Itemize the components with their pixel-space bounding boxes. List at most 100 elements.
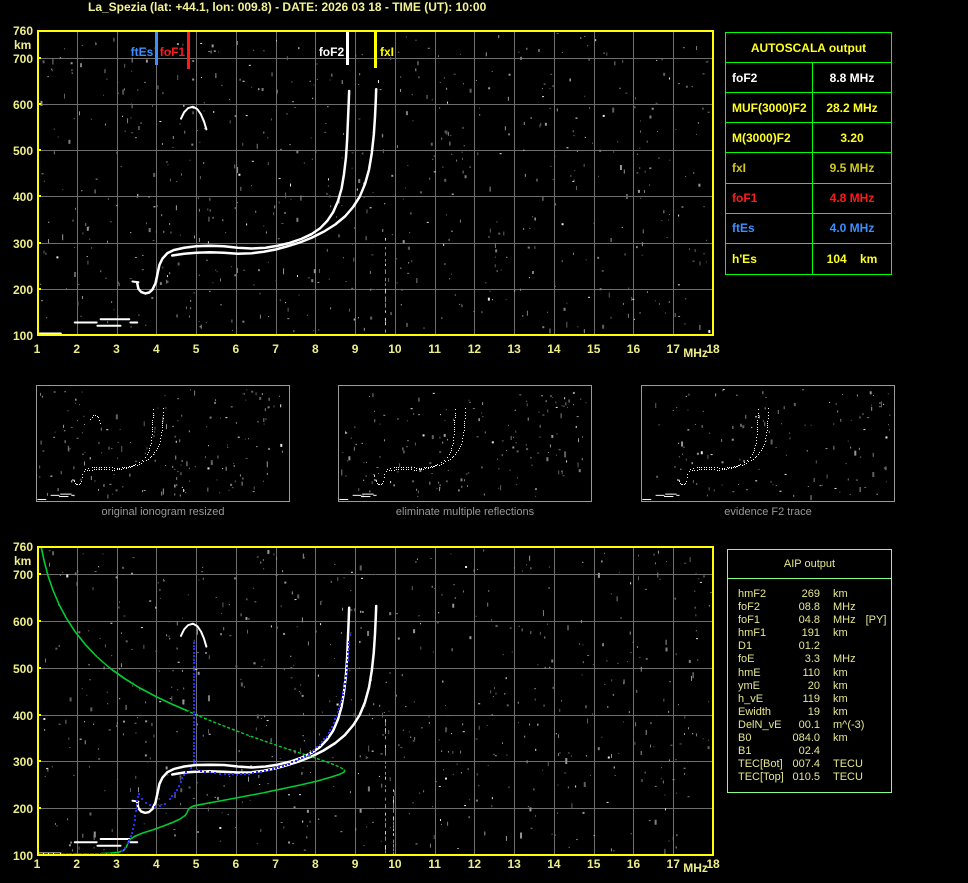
aip-row-foF1: foF1 04.8 MHz [PY] <box>728 614 891 627</box>
x-tick-label: 2 <box>73 342 81 356</box>
aip-row-unit: MHz <box>833 601 856 614</box>
thumbnail-original-ionogram <box>36 385 290 502</box>
x-tick-label: 7 <box>272 342 279 356</box>
aip-row-foE: foE 3.3 MHz <box>728 653 891 666</box>
aip-row-h_vE: h_vE 119 km <box>728 693 891 706</box>
x-tick-label: 3 <box>113 857 120 871</box>
x-tick-label: 6 <box>232 857 240 871</box>
aip-row-hmF1: hmF1 191 km <box>728 627 891 640</box>
x-tick-label: 2 <box>73 857 81 871</box>
autoscala-row-fxI: fxI 9.5 MHz <box>726 153 891 184</box>
autoscala-row-label: M(3000)F2 <box>726 123 813 153</box>
y-tick-label: 400 <box>12 708 33 723</box>
aip-row-hmE: hmE 110 km <box>728 667 891 680</box>
aip-row-unit: km <box>833 679 848 692</box>
aip-row-value: 084.0 <box>792 732 820 745</box>
x-axis-unit: MHz <box>683 861 708 875</box>
aip-row-label: TEC[Bot] <box>738 758 783 771</box>
aip-row-foF2: foF2 08.8 MHz <box>728 601 891 614</box>
aip-row-value: 19 <box>807 705 820 718</box>
autoscala-row-h'Es: h'Es 104 km <box>726 243 891 274</box>
aip-row-extra: [PY] <box>865 614 887 627</box>
x-tick-label: 1 <box>33 857 41 871</box>
aip-row-label: foE <box>738 653 755 666</box>
aip-row-label: hmE <box>738 666 761 679</box>
x-tick-label: 10 <box>388 857 402 871</box>
x-tick-label: 13 <box>507 342 521 356</box>
x-tick-label: 14 <box>547 342 561 356</box>
x-tick-label: 4 <box>152 857 160 871</box>
aip-row-value: 01.2 <box>798 640 820 653</box>
x-tick-label: 12 <box>467 342 482 356</box>
aip-row-unit: m^(-3) <box>833 718 865 731</box>
autoscala-row-foF2: foF2 8.8 MHz <box>726 63 891 94</box>
aip-row-value: 20 <box>807 679 820 692</box>
autoscala-row-label: ftEs <box>726 213 813 243</box>
autoscala-row-label: fxI <box>726 153 813 183</box>
autoscala-table-header: AUTOSCALA output <box>726 33 891 63</box>
y-axis-unit: km <box>14 38 32 52</box>
x-tick-label: 1 <box>33 342 41 356</box>
aip-row-label: B0 <box>738 732 752 745</box>
aip-row-value: 010.5 <box>792 771 820 784</box>
aip-table-header: AIP output <box>728 550 891 579</box>
x-tick-label: 4 <box>152 342 160 356</box>
x-tick-label: 15 <box>587 342 601 356</box>
aip-row-unit: km <box>833 666 848 679</box>
aip-row-value: 191 <box>801 627 820 640</box>
autoscala-row-value: 4.8 MHz <box>829 191 875 206</box>
aip-row-B1: B1 02.4 <box>728 745 891 758</box>
autoscala-row-label: foF2 <box>726 63 813 93</box>
aip-row-label: Ewidth <box>738 705 772 718</box>
y-tick-label: 200 <box>12 282 33 297</box>
aip-row-value: 119 <box>802 692 820 705</box>
aip-row-label: h_vE <box>738 692 764 705</box>
aip-row-value: 04.8 <box>798 614 820 627</box>
x-tick-label: 9 <box>351 342 359 356</box>
aip-row-unit: TECU <box>833 771 863 784</box>
marker-label-foF2: foF2 <box>318 45 345 59</box>
aip-row-label: DelN_vE <box>738 718 782 731</box>
marker-label-fxI: fxI <box>380 45 395 59</box>
aip-row-unit: MHz <box>833 614 856 627</box>
x-tick-label: 9 <box>351 857 359 871</box>
autoscala-row-M(3000)F2: M(3000)F2 3.20 <box>726 123 891 154</box>
aip-row-value: 110 <box>802 666 820 679</box>
aip-row-unit: TECU <box>833 758 863 771</box>
aip-row-unit: km <box>833 692 848 705</box>
aip-row-unit: km <box>833 627 848 640</box>
aip-row-value: 269 <box>801 588 820 600</box>
y-tick-label: 600 <box>12 97 33 112</box>
y-tick-label: 100 <box>12 329 33 343</box>
aip-row-unit: MHz <box>833 653 856 666</box>
station-title: La_Spezia (lat: +44.1, lon: 009.8) - DAT… <box>88 0 487 14</box>
y-tick-label: 600 <box>12 614 33 629</box>
aip-row-label: ymE <box>738 679 760 692</box>
thumbnail-evidence-f2-trace <box>641 385 895 502</box>
aip-row-label: foF1 <box>738 614 761 627</box>
autoscala-row-value: 104 km <box>826 251 878 266</box>
x-tick-label: 8 <box>312 342 319 356</box>
x-tick-label: 5 <box>192 857 200 871</box>
y-tick-label: 500 <box>12 144 33 159</box>
autoscala-row-label: MUF(3000)F2 <box>726 93 813 123</box>
aip-row-label: hmF1 <box>738 627 767 640</box>
aip-row-unit: km <box>833 588 848 600</box>
y-tick-label: 700 <box>12 51 33 66</box>
aip-row-label: TEC[Top] <box>738 771 784 784</box>
aip-row-label: hmF2 <box>738 588 767 600</box>
aip-row-value: 00.1 <box>798 718 820 731</box>
aip-row-value: 3.3 <box>804 653 820 666</box>
x-tick-label: 5 <box>192 342 200 356</box>
aip-output-table: AIP output hmF2 269 km foF2 08.8 MHz foF1 04.8 M… <box>727 549 892 793</box>
x-tick-label: 12 <box>467 857 482 871</box>
y-tick-label: 760 <box>12 24 33 38</box>
x-tick-label: 6 <box>232 342 240 356</box>
autoscala-row-foF1: foF1 4.8 MHz <box>726 183 891 214</box>
aip-row-unit: km <box>833 705 848 718</box>
x-tick-label: 14 <box>547 857 561 871</box>
autoscala-row-value: 8.8 MHz <box>829 70 875 85</box>
y-tick-label: 200 <box>12 802 33 817</box>
aip-row-ymE: ymE 20 km <box>728 680 891 693</box>
aip-row-DelN_vE: DelN_vE 00.1 m^(-3) <box>728 719 891 732</box>
